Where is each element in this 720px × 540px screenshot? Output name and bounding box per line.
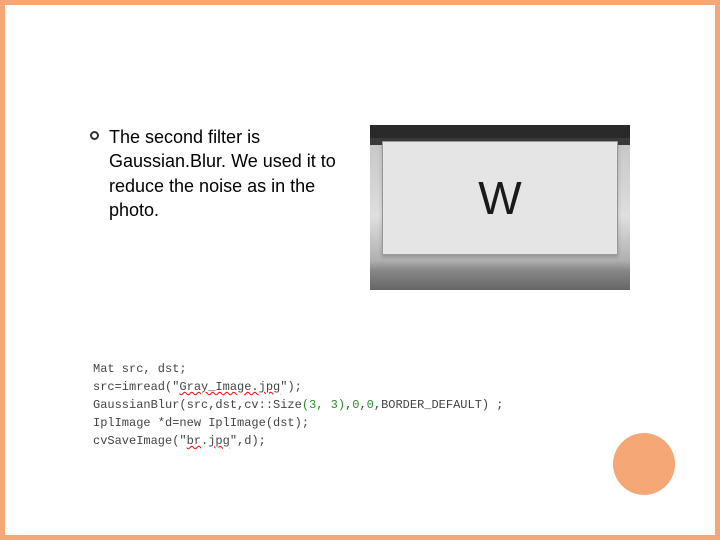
code-line-5a: cvSaveImage(" — [93, 434, 187, 448]
code-line-1: Mat src, dst; — [93, 362, 187, 376]
code-line-2b: Gray_Image. — [179, 380, 258, 394]
code-line-2c: jpg — [259, 380, 281, 394]
slide-content: The second filter is Gaussian.Blur. We u… — [5, 5, 715, 290]
photo-card: W — [382, 141, 618, 255]
code-snippet: Mat src, dst; src=imread("Gray_Image.jpg… — [93, 360, 504, 450]
text-column: The second filter is Gaussian.Blur. We u… — [90, 125, 350, 290]
photo-letter: W — [478, 171, 521, 225]
code-line-2a: src=imread(" — [93, 380, 179, 394]
code-line-5d: jpg — [208, 434, 230, 448]
paragraph-text: The second filter is Gaussian.Blur. We u… — [109, 125, 350, 222]
code-line-2d: "); — [280, 380, 302, 394]
code-line-3b: (3, 3) — [302, 398, 345, 412]
code-line-5e: ",d); — [230, 434, 266, 448]
code-line-3e: , — [359, 398, 366, 412]
code-line-4a: IplImage *d=new IplImage(dst); — [93, 416, 309, 430]
decorative-circle-icon — [613, 433, 675, 495]
bullet-icon — [90, 131, 99, 140]
code-line-5b: br — [187, 434, 201, 448]
code-line-3a: GaussianBlur(src,dst,cv::Size — [93, 398, 302, 412]
example-photo: W — [370, 125, 630, 290]
image-column: W — [370, 125, 655, 290]
code-line-3f: 0 — [367, 398, 374, 412]
code-line-3g: ,BORDER_DEFAULT) ; — [374, 398, 504, 412]
